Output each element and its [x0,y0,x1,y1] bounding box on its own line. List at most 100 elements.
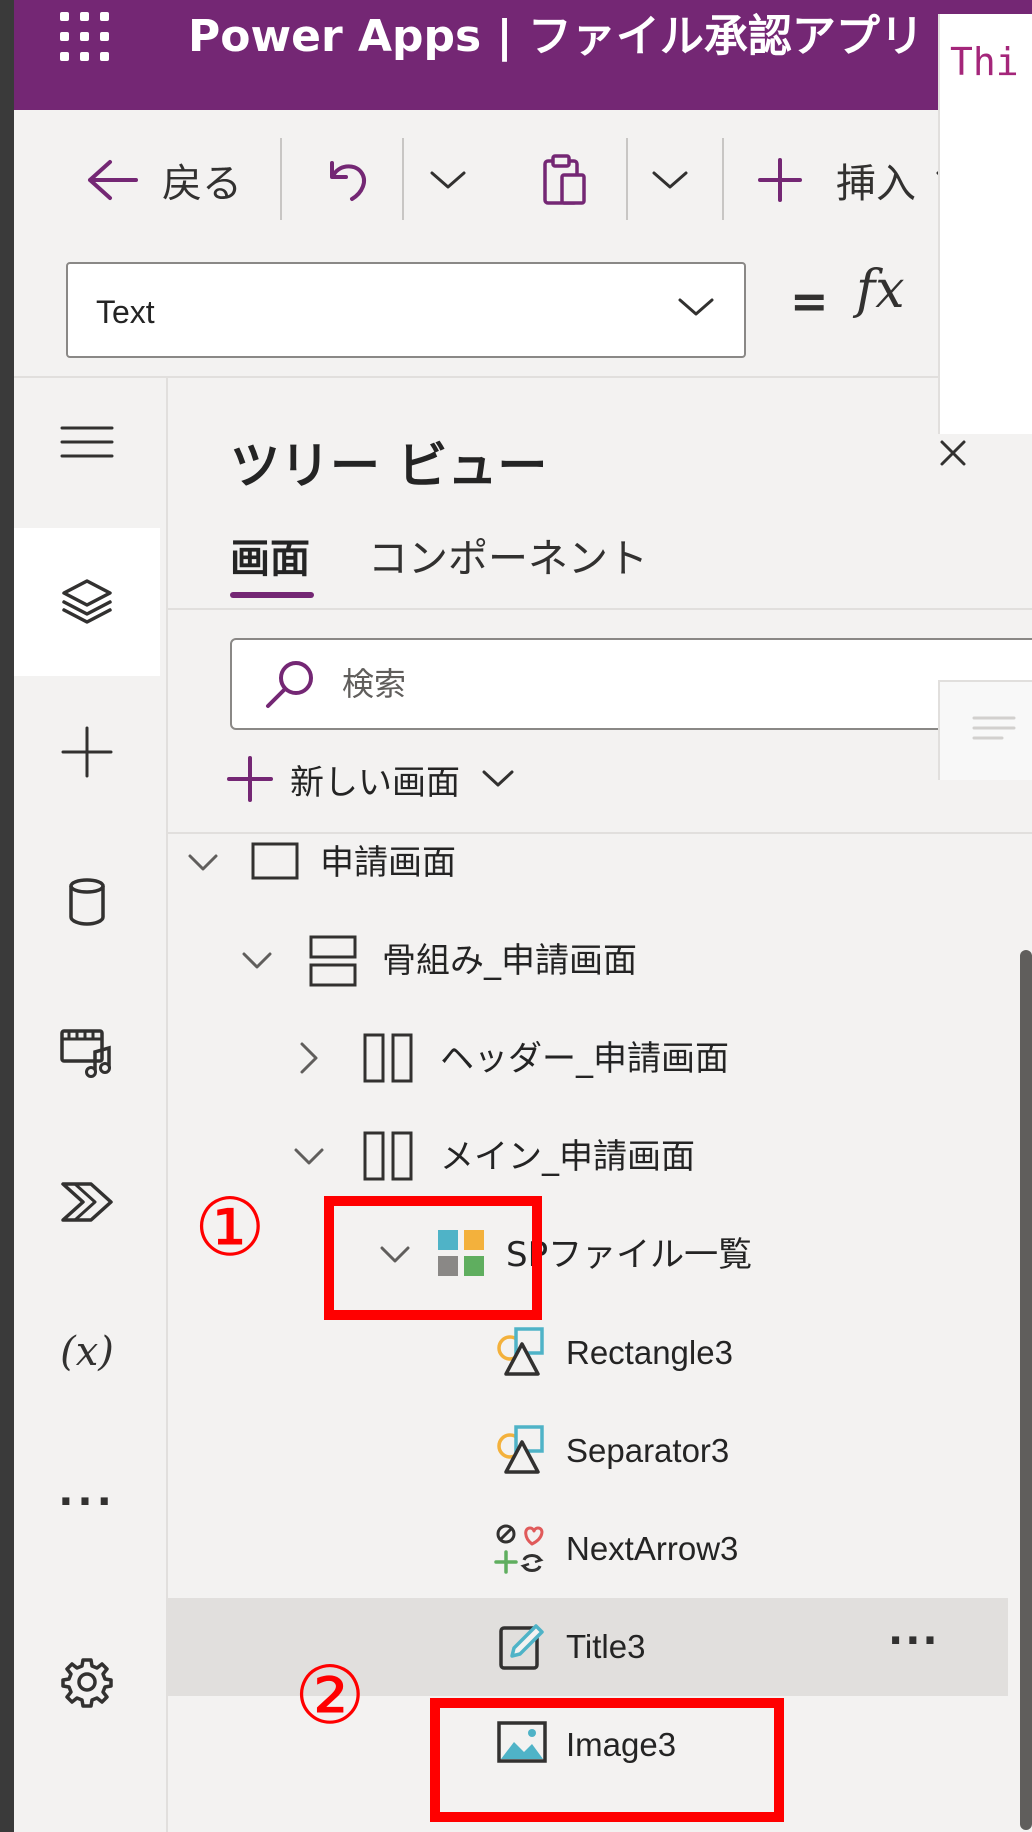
undo-menu-button[interactable] [428,148,468,212]
hamburger-icon [60,426,114,458]
paste-menu-button[interactable] [650,148,690,212]
rail-media-button[interactable] [14,978,160,1126]
variables-icon: (x) [60,1329,114,1375]
tree-node-header-container[interactable]: ヘッダー_申請画面 [168,1010,1008,1108]
tree-view-panel: ツリー ビュー 画面 コンポーネント 新しい画面 [168,378,1032,1832]
vertical-container-icon [309,935,357,987]
annotation-box-2 [430,1698,784,1822]
search-box [230,638,1032,730]
shape-icon [497,1425,544,1474]
clipboard-icon [543,154,586,205]
annotation-number-2: ② [294,1649,366,1742]
insert-label: 挿入 [836,161,916,207]
panel-title: ツリー ビュー [230,437,548,495]
more-icon: ··· [58,1479,116,1525]
more-options-button[interactable]: ··· [888,1618,940,1664]
new-screen-label: 新しい画面 [290,762,460,803]
rail-settings-button[interactable] [14,1608,160,1756]
title-bar: Power Apps | ファイル承認アプリ [14,0,1032,110]
formula-editor[interactable]: Thi [938,14,1032,434]
undo-icon [330,161,366,201]
formula-format-area [938,680,1032,780]
tree-node-label: 骨組み_申請画面 [382,941,637,981]
tree-node-next-arrow[interactable]: NextArrow3 [168,1500,1008,1598]
tree-node-label: 申請画面 [320,843,456,883]
chevron-down-icon[interactable] [240,940,274,980]
chevron-down-icon [430,171,466,189]
chevron-down-icon[interactable] [292,1136,326,1176]
tree-node-label: Rectangle3 [566,1334,733,1371]
formula-bar: Text = fx [14,248,1032,378]
rail-tree-view-button[interactable] [14,528,160,676]
layers-icon [62,579,112,624]
search-input[interactable] [342,658,842,710]
back-arrow-icon [88,160,138,200]
edit-text-icon [499,1624,544,1670]
tree-node-main-container[interactable]: メイン_申請画面 [168,1108,1008,1206]
formula-text: Thi [950,40,1019,84]
divider [402,138,404,220]
left-rail: (x) ··· [14,378,164,1832]
tree-node-label: メイン_申請画面 [440,1137,695,1177]
tree-node-label: SPファイル一覧 [506,1235,753,1275]
plus-icon [758,158,802,202]
power-automate-icon [61,1182,113,1222]
plus-icon [227,756,273,802]
media-icon [60,1029,111,1078]
back-button[interactable]: 戻る [84,148,242,212]
app-title: Power Apps | ファイル承認アプリ [188,11,924,62]
tree-node-label: ヘッダー_申請画面 [440,1039,729,1079]
divider [168,608,1032,610]
rail-power-automate-button[interactable] [14,1128,160,1276]
paste-button[interactable] [540,148,588,212]
plus-icon [61,726,113,778]
tree-scrollbar[interactable] [1020,950,1032,1830]
tree-node-application-screen[interactable]: 申請画面 [168,814,1008,912]
scrollbar-thumb[interactable] [1020,950,1032,1830]
chevron-right-icon[interactable] [294,1038,324,1078]
chevron-down-icon [482,770,514,787]
database-icon [69,878,105,926]
horizontal-container-icon [363,1131,413,1181]
tree-node-rectangle[interactable]: Rectangle3 [168,1304,1008,1402]
rail-data-button[interactable] [14,828,160,976]
gear-icon [61,1658,113,1708]
tree-node-separator[interactable]: Separator3 [168,1402,1008,1500]
property-dropdown[interactable]: Text [66,262,746,358]
tab-components[interactable]: コンポーネント [368,526,648,584]
divider [626,138,628,220]
divider [280,138,282,220]
shape-icon [497,1327,544,1376]
close-icon[interactable] [938,438,968,468]
new-screen-button[interactable]: 新しい画面 [226,746,516,812]
chevron-down-icon [652,171,688,189]
annotation-box-1 [324,1196,542,1320]
divider [722,138,724,220]
tree-node-skeleton-container[interactable]: 骨組み_申請画面 [168,912,1008,1010]
format-text-icon[interactable] [972,714,1016,748]
chevron-down-icon [678,298,714,316]
screen-icon [251,842,299,880]
tree-node-gallery[interactable]: SPファイル一覧 [168,1206,1008,1304]
horizontal-container-icon [363,1033,413,1083]
fx-icon[interactable]: fx [856,260,905,320]
power-apps-studio: Power Apps | ファイル承認アプリ 戻る 挿入 Text = fx T… [14,0,1032,1832]
app-launcher-icon[interactable] [60,12,110,62]
tree-node-label: NextArrow3 [566,1530,739,1567]
rail-variables-button[interactable]: (x) [14,1278,160,1426]
annotation-number-1: ① [194,1181,266,1274]
tab-screens[interactable]: 画面 [230,526,310,584]
search-icon [266,661,313,708]
property-value: Text [96,294,155,330]
chevron-down-icon[interactable] [186,842,220,882]
selected-tab-indicator [230,592,314,598]
command-bar: 戻る 挿入 [14,110,1032,248]
back-label: 戻る [162,161,242,207]
rail-insert-button[interactable] [14,678,160,826]
equals-sign: = [790,274,829,328]
tree-node-label: Title3 [566,1628,646,1665]
undo-button[interactable] [322,148,372,212]
rail-menu-button[interactable] [14,368,160,516]
rail-more-button[interactable]: ··· [14,1428,160,1576]
icons-icon [494,1524,544,1574]
